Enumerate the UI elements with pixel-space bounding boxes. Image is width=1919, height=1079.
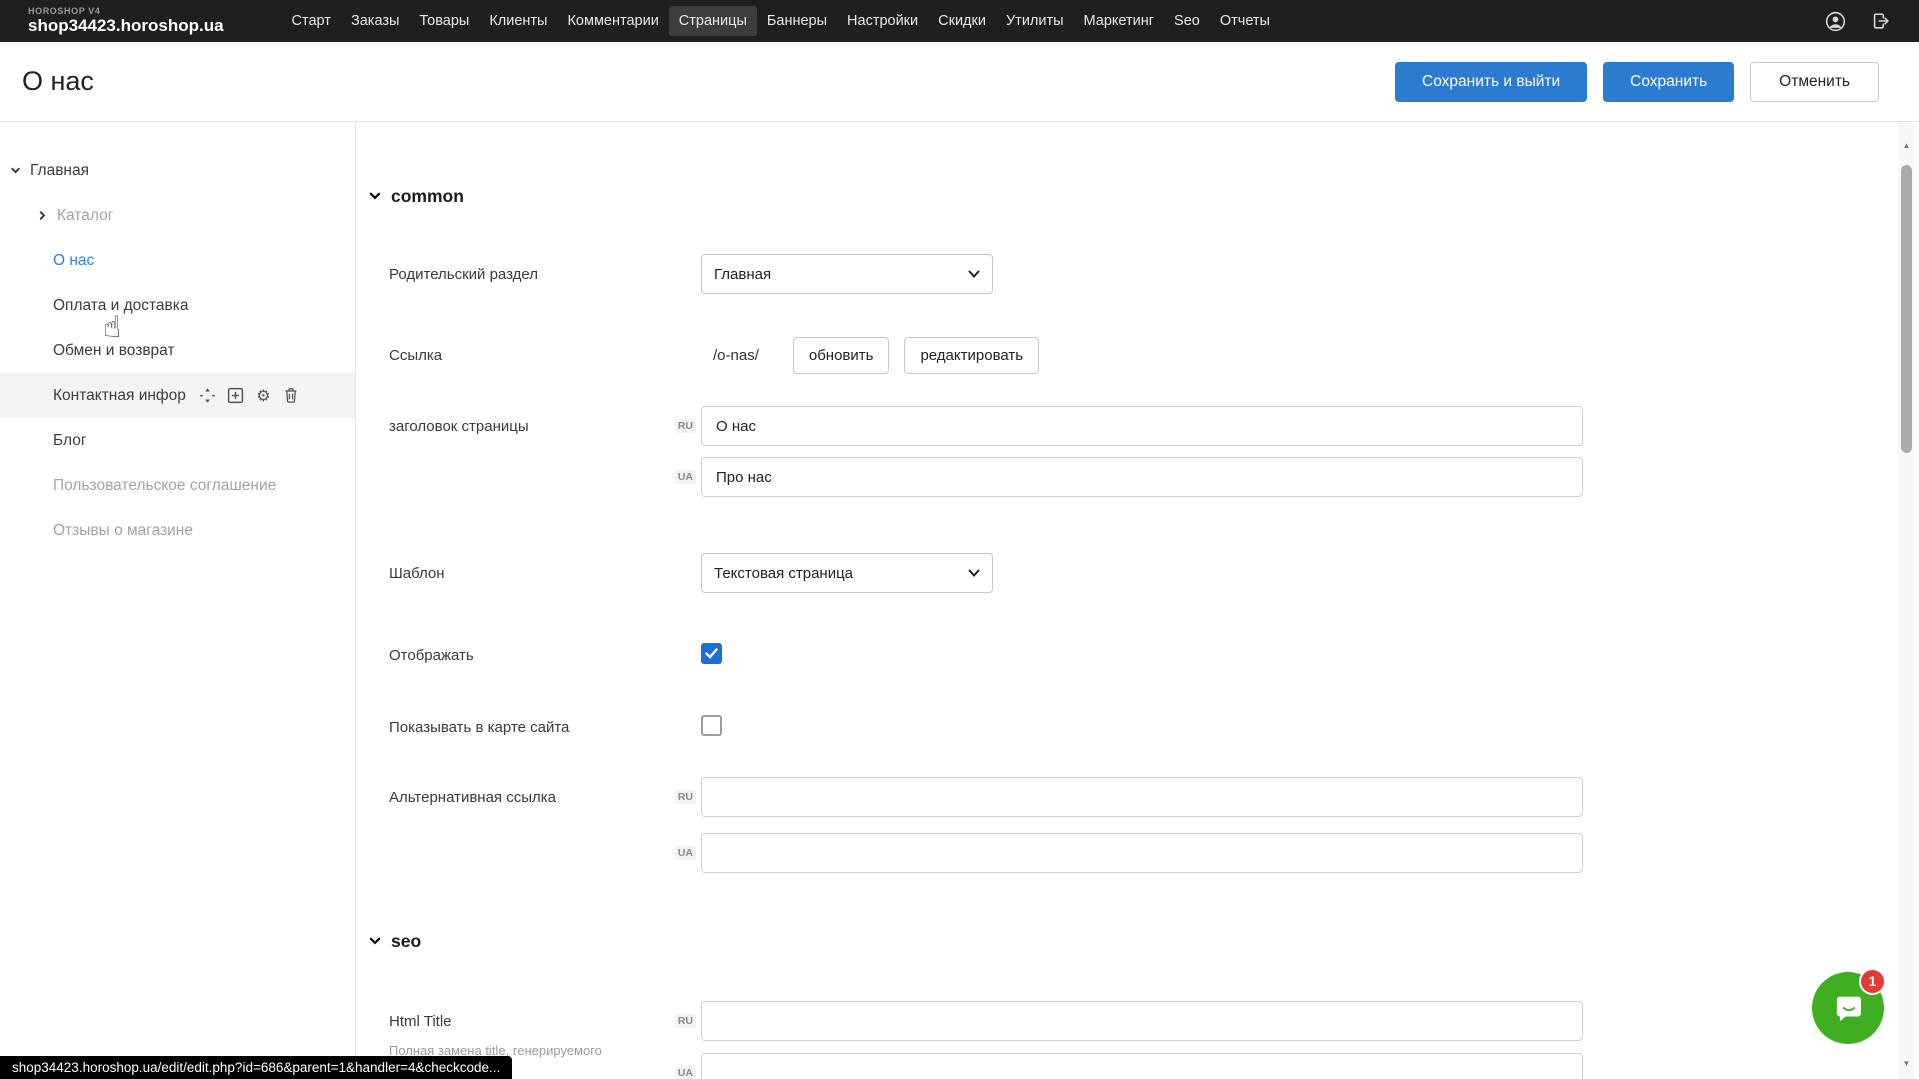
sitemap-checkbox[interactable] [701,715,722,736]
brand-domain: shop34423.horoshop.ua [28,17,224,35]
section-seo-label: seo [391,931,421,952]
sidebar-item-blog[interactable]: Блог [0,418,355,463]
nav-item-comments[interactable]: Комментарии [557,6,668,36]
scrollbar-thumb[interactable] [1901,165,1912,453]
page-title-field-label: заголовок страницы [357,406,672,446]
sidebar-item-o-nas[interactable]: О нас [0,238,355,283]
sidebar-item-glavnaya[interactable]: Главная [0,148,355,193]
account-icon[interactable] [1823,9,1847,33]
scroll-down-arrow[interactable]: ▼ [1898,1055,1915,1071]
sidebar-item-kontaktnaya-informatsiya[interactable]: Контактная инфор ⚙ [0,373,355,418]
brand-logo[interactable]: HOROSHOP V4 shop34423.horoshop.ua [28,7,224,34]
nav-item-reports[interactable]: Отчеты [1210,6,1280,36]
nav-item-seo[interactable]: Seo [1164,6,1210,36]
link-label: Ссылка [357,336,672,374]
parent-section-label: Родительский раздел [357,254,672,294]
page-title: О нас [22,66,94,97]
tree-row-actions: ⚙ [198,386,301,405]
save-button[interactable]: Сохранить [1603,62,1734,102]
nav-item-start[interactable]: Старт [282,6,341,36]
lang-ua-badge: UA [675,470,696,485]
sidebar-item-label: Отзывы о магазине [53,522,193,540]
sidebar-item-label: Контактная инфор [53,387,186,405]
sidebar-item-label: Блог [53,432,87,450]
sidebar-item-polzovatelskoe-soglashenie[interactable]: Пользовательское соглашение [0,463,355,508]
chevron-down-icon [8,164,22,178]
lang-ru-badge: RU [675,419,696,434]
sidebar-item-label: Каталог [57,207,113,225]
lang-ru-badge: RU [675,1014,696,1029]
sidebar-item-otzyvy-o-magazine[interactable]: Отзывы о магазине [0,508,355,553]
scroll-up-arrow[interactable]: ▲ [1898,137,1915,153]
gear-icon[interactable]: ⚙ [254,386,273,405]
chevron-down-icon [369,190,381,202]
sidebar-item-label: Пользовательское соглашение [53,477,276,495]
header-buttons: Сохранить и выйти Сохранить Отменить [1395,62,1879,102]
nav-item-clients[interactable]: Клиенты [479,6,557,36]
nav-item-pages[interactable]: Страницы [669,6,757,36]
section-seo-toggle[interactable]: seo [369,929,1897,953]
chat-launcher-button[interactable]: 1 [1812,972,1884,1044]
lang-ru-badge: RU [675,790,696,805]
move-icon[interactable] [198,386,217,405]
nav-item-orders[interactable]: Заказы [341,6,409,36]
nav-item-banners[interactable]: Баннеры [757,6,837,36]
template-label: Шаблон [357,553,672,593]
save-and-exit-button[interactable]: Сохранить и выйти [1395,62,1587,102]
navbar-right [1823,9,1893,33]
sitemap-label: Показывать в карте сайта [357,715,672,739]
chat-bubble-icon [1829,989,1867,1027]
check-icon [705,648,718,659]
cursor-hand: ☝ [103,310,121,345]
template-select[interactable]: Текстовая страница [701,553,993,593]
add-icon[interactable] [226,386,245,405]
chevron-down-icon [369,935,381,947]
sidebar-item-katalog[interactable]: Каталог [0,193,355,238]
nav-item-discounts[interactable]: Скидки [928,6,996,36]
parent-section-value: Главная [714,266,968,283]
link-edit-button[interactable]: редактировать [904,337,1039,374]
chevron-down-icon [968,569,980,578]
sidebar-item-obmen-i-vozvrat[interactable]: Обмен и возврат [0,328,355,373]
logout-icon[interactable] [1869,9,1893,33]
lang-ua-badge: UA [675,1066,696,1079]
page-header: О нас Сохранить и выйти Сохранить Отмени… [0,42,1919,122]
browser-status-url: shop34423.horoshop.ua/edit/edit.php?id=6… [0,1056,512,1079]
alt-link-label: Альтернативная ссылка [357,777,672,817]
alt-link-ua-input[interactable] [701,833,1583,873]
link-path: /o-nas/ [713,347,759,364]
link-update-button[interactable]: обновить [793,337,890,374]
vertical-scrollbar: ▲ ▼ [1898,123,1915,1079]
nav-item-utilities[interactable]: Утилиты [996,6,1074,36]
top-navbar: HOROSHOP V4 shop34423.horoshop.ua Старт … [0,0,1919,42]
sidebar-item-label: О нас [53,252,94,270]
trash-icon[interactable] [282,386,301,405]
lang-ua-badge: UA [675,846,696,861]
nav-item-marketing[interactable]: Маркетинг [1074,6,1165,36]
chevron-right-icon [35,209,49,223]
page-title-ru-input[interactable] [701,406,1583,446]
parent-section-select[interactable]: Главная [701,254,993,294]
section-common-toggle[interactable]: common [369,184,1897,208]
nav-item-products[interactable]: Товары [409,6,479,36]
html-title-label: Html Title [389,1001,672,1041]
sidebar-item-oplata-i-dostavka[interactable]: Оплата и доставка [0,283,355,328]
page-edit-form: common Родительский раздел Главная Ссылк… [357,122,1897,1079]
html-title-ua-input[interactable] [701,1053,1583,1079]
cancel-button[interactable]: Отменить [1750,62,1879,102]
alt-link-ru-input[interactable] [701,777,1583,817]
display-checkbox[interactable] [701,643,722,664]
pages-tree-sidebar: Главная Каталог О нас Оплата и доставка … [0,122,356,1079]
html-title-ru-input[interactable] [701,1001,1583,1041]
display-label: Отображать [357,643,672,667]
nav-item-settings[interactable]: Настройки [837,6,928,36]
chat-unread-badge: 1 [1859,968,1886,995]
main-nav: Старт Заказы Товары Клиенты Комментарии … [282,6,1280,36]
page-title-ua-input[interactable] [701,457,1583,497]
section-common-label: common [391,186,464,207]
chevron-down-icon [968,270,980,279]
sidebar-item-label: Главная [30,162,89,180]
template-value: Текстовая страница [714,565,968,582]
